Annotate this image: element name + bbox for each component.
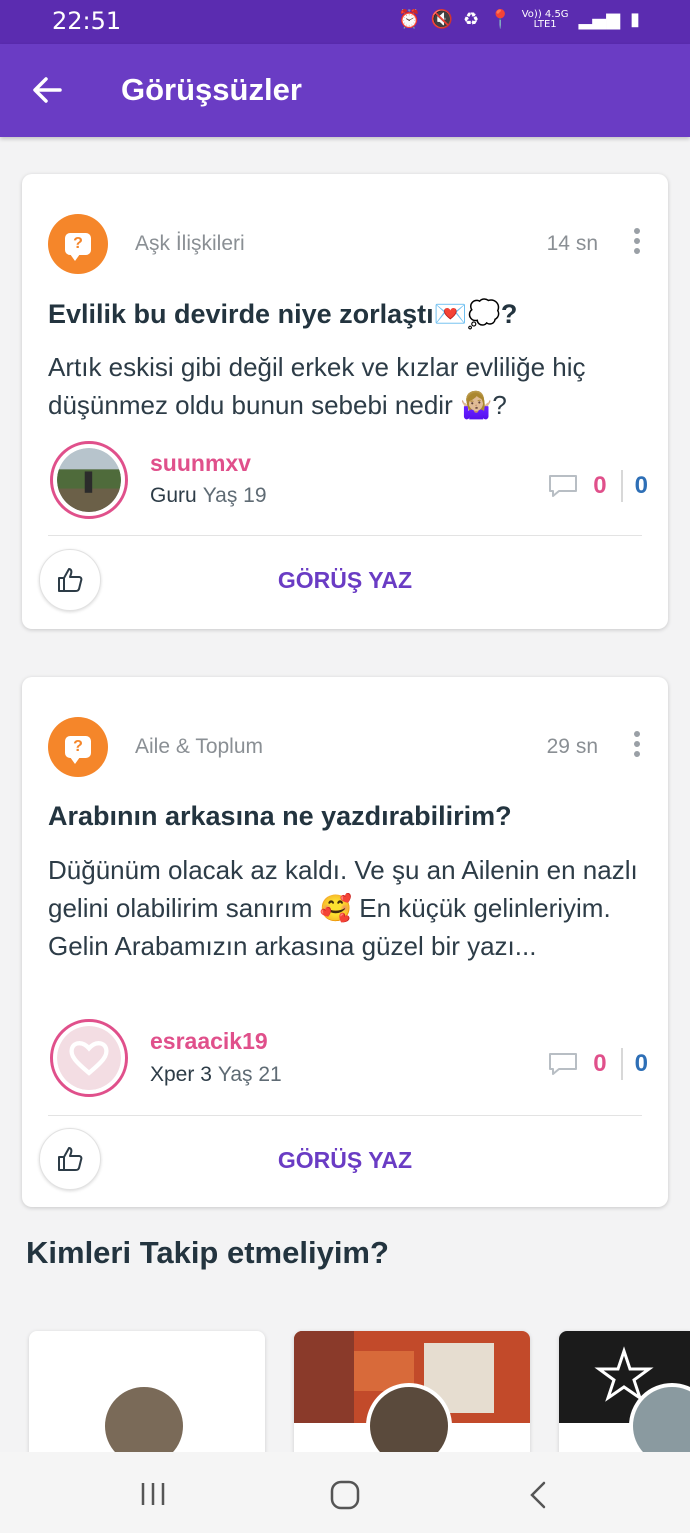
user-age: Yaş 19	[202, 484, 267, 507]
suggestion-card[interactable]	[29, 1331, 265, 1461]
status-bar: 22:51 ⏰ 🔇 ♻ 📍 Vo)) 4.5G LTE1 ▂▄▆ ▮	[0, 0, 690, 44]
comment-count: 0	[593, 1050, 607, 1077]
question-title[interactable]: Arabının arkasına ne yazdırabilirim?	[48, 801, 512, 832]
page-title: Görüşsüzler	[121, 72, 302, 107]
question-card[interactable]: ? Aile & Toplum 29 sn Arabının arkasına …	[22, 677, 668, 1207]
avatar[interactable]	[50, 1019, 128, 1097]
question-title[interactable]: Evlilik bu devirde niye zorlaştı💌💭?	[48, 298, 517, 330]
opinion-count: 0	[634, 1050, 648, 1077]
user-age: Yaş 21	[217, 1063, 282, 1086]
mute-icon: 🔇	[430, 9, 454, 30]
question-category-icon: ?	[48, 214, 108, 274]
question-stats: 0 0	[547, 470, 648, 502]
comment-icon	[549, 475, 578, 497]
question-category[interactable]: Aşk İlişkileri	[135, 232, 245, 256]
write-opinion-button[interactable]: GÖRÜŞ YAZ	[22, 1147, 668, 1174]
stats-separator	[620, 470, 623, 502]
stats-separator	[620, 1048, 623, 1080]
system-nav-bar	[0, 1452, 690, 1533]
comment-count: 0	[593, 472, 607, 499]
section-title: Kimleri Takip etmeliyim?	[26, 1235, 389, 1270]
network-indicator: Vo)) 4.5G LTE1	[521, 8, 569, 30]
app-bar: Görüşsüzler	[0, 44, 690, 137]
card-divider	[48, 535, 642, 536]
card-divider	[48, 1115, 642, 1116]
user-info: Xper 3 Yaş 21	[150, 1063, 282, 1087]
user-info: Guru Yaş 19	[150, 484, 267, 508]
signal-icon: ▂▄▆	[578, 9, 621, 30]
home-icon[interactable]	[330, 1480, 360, 1510]
avatar[interactable]	[50, 441, 128, 519]
suggestion-card[interactable]	[294, 1331, 530, 1461]
suggestion-avatar[interactable]	[101, 1383, 187, 1461]
opinion-count: 0	[634, 472, 648, 499]
question-body[interactable]: Artık eskisi gibi değil erkek ve kızlar …	[48, 348, 648, 424]
question-time: 29 sn	[546, 735, 598, 758]
question-time: 14 sn	[546, 232, 598, 255]
username[interactable]: suunmxv	[150, 450, 251, 477]
more-options-icon[interactable]	[632, 731, 642, 761]
more-options-icon[interactable]	[632, 228, 642, 258]
question-category-icon: ?	[48, 717, 108, 777]
suggestion-avatar[interactable]	[366, 1383, 452, 1461]
battery-icon: ▮	[630, 9, 640, 30]
user-level: Xper 3	[150, 1063, 212, 1086]
avatar-photo	[57, 448, 121, 512]
username[interactable]: esraacik19	[150, 1028, 268, 1055]
suggestion-card[interactable]	[559, 1331, 690, 1461]
question-body[interactable]: Düğünüm olacak az kaldı. Ve şu an Aileni…	[48, 851, 638, 965]
back-nav-icon[interactable]	[528, 1480, 548, 1510]
user-level: Guru	[150, 484, 197, 507]
question-stats: 0 0	[547, 1048, 648, 1080]
recycle-icon: ♻	[463, 9, 480, 30]
status-icons: ⏰ 🔇 ♻ 📍 Vo)) 4.5G LTE1 ▂▄▆ ▮	[398, 9, 640, 30]
alarm-icon: ⏰	[398, 9, 421, 30]
write-opinion-button[interactable]: GÖRÜŞ YAZ	[22, 567, 668, 594]
arrow-left-icon[interactable]	[30, 72, 66, 108]
question-category[interactable]: Aile & Toplum	[135, 735, 263, 759]
question-card[interactable]: ? Aşk İlişkileri 14 sn Evlilik bu devird…	[22, 174, 668, 629]
recent-apps-icon[interactable]	[138, 1481, 168, 1507]
status-time: 22:51	[52, 7, 122, 35]
location-icon: 📍	[489, 9, 512, 30]
comment-icon	[549, 1053, 578, 1075]
avatar-photo	[57, 1026, 121, 1090]
